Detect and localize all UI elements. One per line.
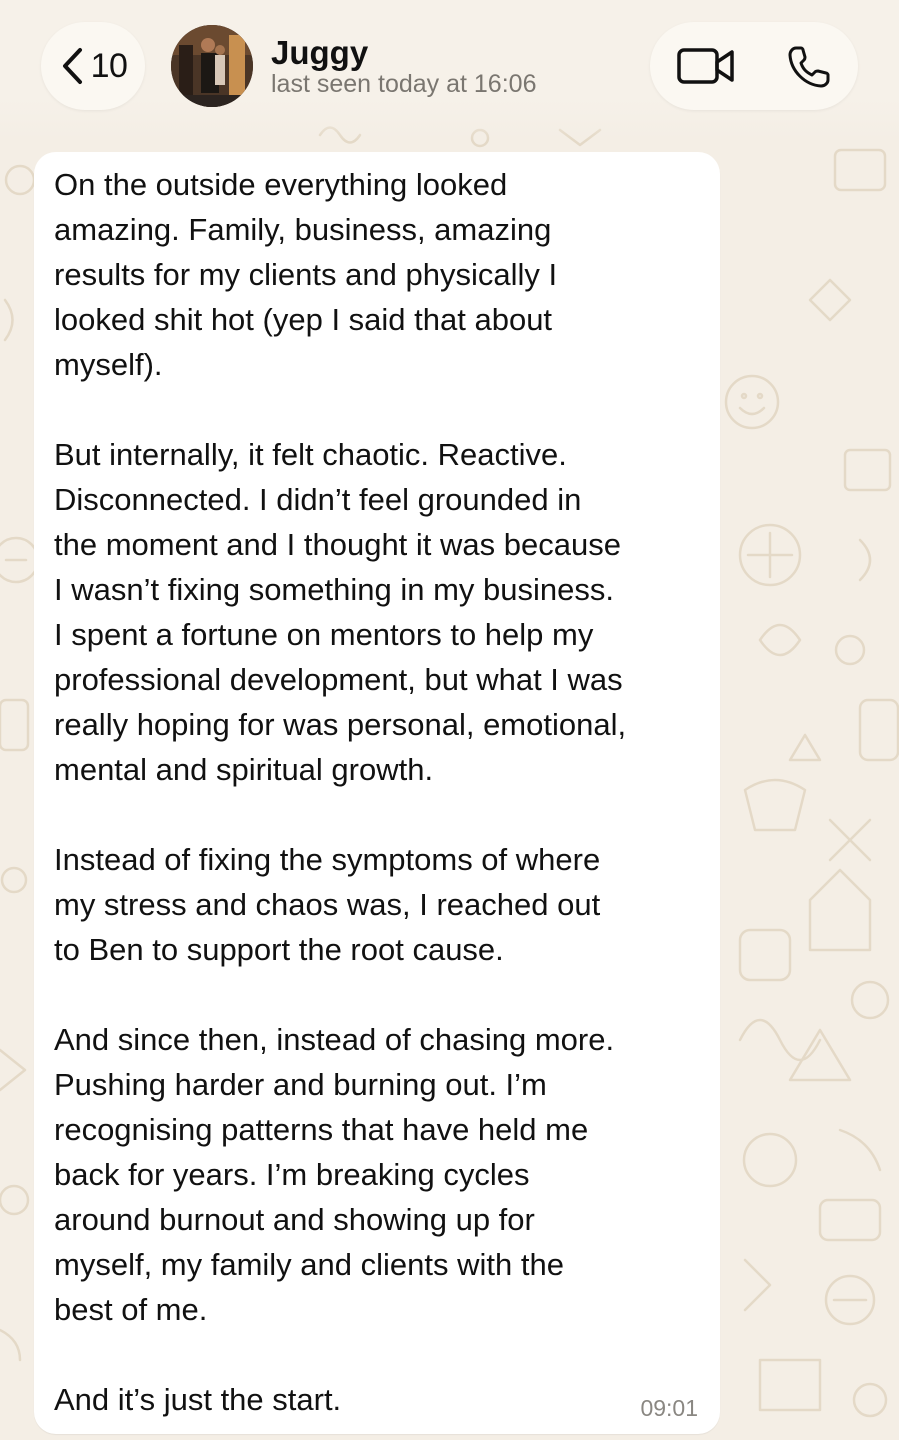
message-text: On the outside everything looked amazing…	[54, 167, 627, 1417]
avatar[interactable]	[171, 25, 253, 107]
last-seen-status: last seen today at 16:06	[271, 70, 537, 98]
chat-header: 10 Juggy last seen today at 16:06	[0, 0, 899, 140]
contact-name[interactable]: Juggy	[271, 34, 368, 72]
phone-icon[interactable]	[786, 44, 832, 90]
chevron-left-icon	[62, 48, 82, 84]
call-actions	[650, 22, 858, 110]
back-button[interactable]: 10	[41, 22, 145, 110]
video-camera-icon[interactable]	[677, 46, 735, 86]
message-timestamp: 09:01	[640, 1395, 698, 1421]
unread-count: 10	[90, 46, 128, 85]
avatar-photo	[171, 25, 253, 107]
message-bubble[interactable]: On the outside everything looked amazing…	[34, 152, 720, 1434]
